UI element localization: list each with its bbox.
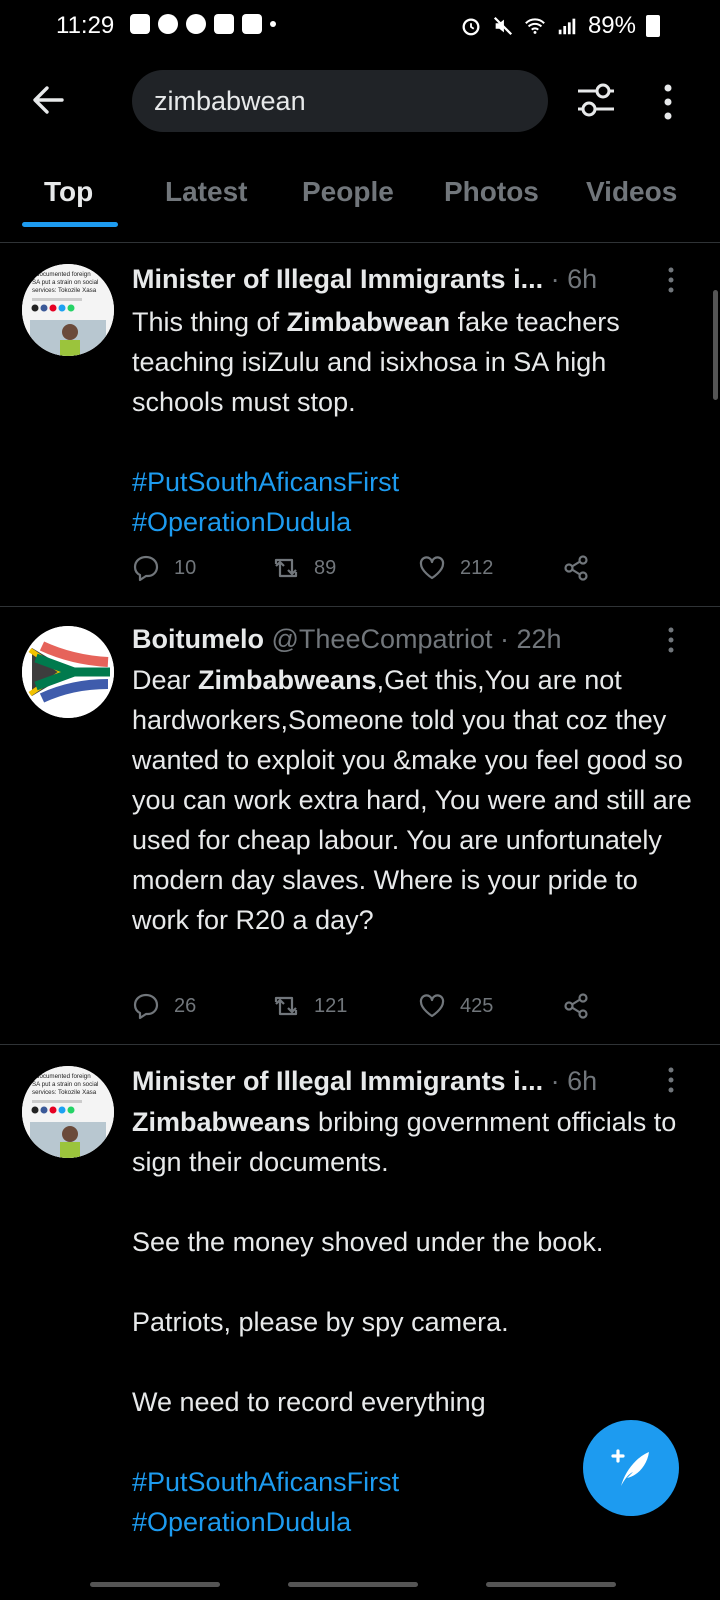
system-icons: 89% bbox=[460, 12, 660, 40]
mute-icon bbox=[493, 16, 513, 36]
nav-recents-button[interactable] bbox=[90, 1582, 220, 1587]
tweet-text: Dear Zimbabweans,Get this,You are not ha… bbox=[132, 665, 700, 935]
reply-button[interactable]: 26 bbox=[132, 992, 196, 1020]
search-input[interactable]: zimbabwean bbox=[132, 70, 548, 132]
search-query: zimbabwean bbox=[154, 86, 306, 116]
heart-icon bbox=[419, 994, 445, 1018]
signal-icon bbox=[558, 18, 576, 35]
tabs-divider bbox=[0, 242, 720, 243]
avatar-flag-image bbox=[22, 626, 114, 718]
avatar-article-image: documented foreign SA put a strain on so… bbox=[22, 1066, 114, 1158]
nav-home-button[interactable] bbox=[288, 1582, 418, 1587]
tweet-text: This thing of Zimbabwean fake teachers t… bbox=[132, 307, 620, 537]
share-button[interactable] bbox=[562, 992, 590, 1020]
reply-count: 10 bbox=[174, 556, 197, 579]
compose-feather-icon bbox=[611, 1449, 649, 1486]
avatar-article-image: documented foreign SA put a strain on so… bbox=[22, 264, 114, 356]
back-arrow-icon[interactable] bbox=[30, 82, 66, 118]
active-tab-indicator bbox=[22, 222, 118, 227]
tweet-header: Minister of Illegal Immigrants i... · 6h bbox=[132, 1066, 597, 1097]
download-icon bbox=[242, 14, 262, 34]
scrollbar[interactable] bbox=[713, 290, 718, 400]
notification-icons bbox=[130, 14, 276, 34]
tweet-menu-icon[interactable] bbox=[664, 626, 678, 654]
share-icon bbox=[564, 555, 588, 581]
hashtag-link[interactable]: #OperationDudula bbox=[132, 1507, 351, 1537]
avatar-headline-line2: SA put a strain on social bbox=[32, 1081, 98, 1088]
reply-icon bbox=[133, 993, 159, 1020]
compose-tweet-button[interactable] bbox=[583, 1420, 679, 1516]
heart-icon bbox=[419, 556, 445, 580]
status-time: 11:29 bbox=[56, 12, 115, 39]
hashtag-link[interactable]: #OperationDudula bbox=[132, 507, 351, 537]
author-name[interactable]: Minister of Illegal Immigrants i... bbox=[132, 264, 543, 294]
share-icon bbox=[564, 993, 588, 1019]
retweet-icon bbox=[274, 558, 298, 578]
hashtag-link[interactable]: #PutSouthAficansFirst bbox=[132, 1467, 399, 1497]
like-count: 425 bbox=[460, 994, 494, 1017]
author-handle[interactable]: @TheeCompatriot bbox=[272, 624, 493, 654]
facebook-icon bbox=[186, 14, 206, 34]
nav-back-button[interactable] bbox=[486, 1582, 616, 1587]
avatar-headline-line3: services: Tokozile Xasa bbox=[32, 1089, 97, 1096]
battery-icon bbox=[646, 15, 660, 37]
tweet-time: · 6h bbox=[550, 1066, 598, 1096]
tweet-divider bbox=[0, 1044, 720, 1045]
avatar[interactable]: documented foreign SA put a strain on so… bbox=[22, 264, 114, 356]
more-options-icon[interactable] bbox=[656, 80, 680, 124]
reply-icon bbox=[133, 555, 159, 582]
search-term-highlight: Zimbabweans bbox=[198, 665, 377, 695]
tweet-time: · 6h bbox=[550, 264, 598, 294]
tab-people[interactable]: People bbox=[302, 176, 394, 208]
tweet-menu-icon[interactable] bbox=[664, 266, 678, 294]
avatar[interactable]: documented foreign SA put a strain on so… bbox=[22, 1066, 114, 1158]
tweet-actions: 10 89 212 bbox=[132, 554, 612, 590]
search-term-highlight: Zimbabwean bbox=[286, 307, 451, 337]
avatar-headline-line2: SA put a strain on social bbox=[32, 279, 98, 286]
battery-percent: 89% bbox=[587, 12, 636, 39]
more-notifications-dot-icon bbox=[270, 21, 276, 27]
avatar[interactable] bbox=[22, 626, 114, 718]
author-name[interactable]: Minister of Illegal Immigrants i... bbox=[132, 1066, 543, 1096]
search-term-highlight: Zimbabweans bbox=[132, 1107, 311, 1137]
tweet-time: · 22h bbox=[500, 624, 562, 654]
tab-latest[interactable]: Latest bbox=[165, 176, 247, 208]
like-button[interactable]: 212 bbox=[418, 554, 493, 582]
tweet-menu-icon[interactable] bbox=[664, 1066, 678, 1094]
facebook-icon bbox=[158, 14, 178, 34]
retweet-icon bbox=[274, 996, 298, 1016]
reply-button[interactable]: 10 bbox=[132, 554, 196, 582]
like-button[interactable]: 425 bbox=[418, 992, 493, 1020]
retweet-button[interactable]: 89 bbox=[272, 554, 336, 582]
avatar-headline-line3: services: Tokozile Xasa bbox=[32, 287, 97, 294]
avatar-headline-line1: documented foreign bbox=[36, 1073, 91, 1080]
avatar-headline-line1: documented foreign bbox=[36, 271, 91, 278]
alarm-icon bbox=[462, 18, 480, 36]
tab-photos[interactable]: Photos bbox=[444, 176, 539, 208]
download-icon bbox=[214, 14, 234, 34]
wifi-icon bbox=[525, 18, 545, 34]
tab-top[interactable]: Top bbox=[44, 176, 93, 208]
message-icon bbox=[130, 14, 150, 34]
like-count: 212 bbox=[460, 556, 494, 579]
tweet-actions: 26 121 425 bbox=[132, 992, 612, 1028]
tweet-header: Boitumelo @TheeCompatriot · 22h bbox=[132, 624, 562, 655]
retweet-count: 121 bbox=[314, 994, 348, 1017]
search-filter-icon[interactable] bbox=[574, 78, 618, 122]
retweet-count: 89 bbox=[314, 556, 337, 579]
tweet-divider bbox=[0, 606, 720, 607]
retweet-button[interactable]: 121 bbox=[272, 992, 347, 1020]
reply-count: 26 bbox=[174, 994, 197, 1017]
tweet-header: Minister of Illegal Immigrants i... · 6h bbox=[132, 264, 597, 295]
author-name[interactable]: Boitumelo bbox=[132, 624, 264, 654]
tab-videos[interactable]: Videos bbox=[586, 176, 677, 208]
hashtag-link[interactable]: #PutSouthAficansFirst bbox=[132, 467, 399, 497]
share-button[interactable] bbox=[562, 554, 590, 582]
status-bar: 11:29 89% bbox=[0, 0, 720, 56]
